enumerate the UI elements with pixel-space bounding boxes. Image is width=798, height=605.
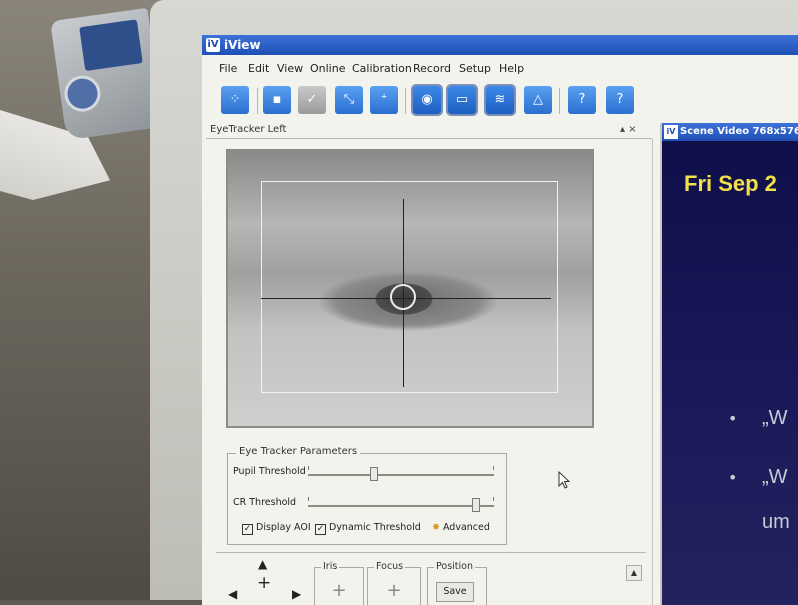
check-icon[interactable]: ✓ xyxy=(298,86,326,114)
slider-tick xyxy=(493,497,494,501)
nav-center-plus[interactable]: + xyxy=(257,573,271,593)
pane-controls[interactable]: ▴ × xyxy=(620,123,637,137)
scroll-up-icon[interactable]: ▲ xyxy=(626,565,642,581)
cr-threshold-thumb[interactable] xyxy=(472,498,480,512)
arrow-up-icon[interactable]: ▲ xyxy=(258,557,267,571)
advanced-icon: ✸ xyxy=(432,522,440,533)
eye-tracker-device xyxy=(50,7,164,141)
dynamic-threshold-checkbox[interactable]: ✓ Dynamic Threshold xyxy=(315,522,421,535)
scene-bullet-mark: • xyxy=(728,468,738,487)
pupil-threshold-thumb[interactable] xyxy=(370,467,378,481)
eye-camera-view[interactable] xyxy=(226,149,594,428)
eyetracker-pane-title: EyeTracker Left xyxy=(210,124,287,135)
help-icon[interactable]: ? xyxy=(568,86,596,114)
menu-file[interactable]: File xyxy=(219,59,237,79)
monitor-icon[interactable]: ▭ xyxy=(446,84,478,116)
display-aoi-checkbox[interactable]: ✓ Display AOI xyxy=(242,522,311,535)
graph-icon[interactable]: ≋ xyxy=(484,84,516,116)
iris-plus-button[interactable]: + xyxy=(315,580,363,601)
menu-view[interactable]: View xyxy=(277,59,303,79)
position-legend: Position xyxy=(434,561,475,572)
arrow-right-icon[interactable]: ▶ xyxy=(292,587,301,601)
advanced-button[interactable]: ✸ Advanced xyxy=(432,522,490,533)
resize-icon[interactable]: ⤡ xyxy=(335,86,363,114)
scene-bullet-text: „W xyxy=(762,466,788,488)
shapes-icon[interactable]: △ xyxy=(524,86,552,114)
menu-calibration[interactable]: Calibration xyxy=(352,59,412,79)
toolbar-separator xyxy=(559,88,560,114)
slider-tick xyxy=(493,466,494,470)
bottom-divider xyxy=(216,552,646,553)
pane-divider-vertical xyxy=(652,139,653,605)
toolbar-separator xyxy=(405,88,406,114)
focus-legend: Focus xyxy=(374,561,406,572)
menu-bar: File Edit View Online Calibration Record… xyxy=(202,59,798,79)
add-points-icon[interactable]: ⁺ xyxy=(370,86,398,114)
device-label xyxy=(79,19,143,71)
crosshair-dots-icon[interactable]: ⁘ xyxy=(221,86,249,114)
slider-tick xyxy=(308,466,309,470)
scene-app-logo-icon: iV xyxy=(664,125,678,139)
save-button[interactable]: Save xyxy=(436,582,474,602)
slider-tick xyxy=(308,497,309,501)
scene-video-title: Scene Video 768x576 xyxy=(680,126,798,137)
monitor-screen: iV iView File Edit View Online Calibrati… xyxy=(202,35,798,605)
app-logo-icon: iV xyxy=(206,38,220,52)
scene-video-window: iV Scene Video 768x576 Fri Sep 2 • „W • … xyxy=(660,123,798,605)
menu-record[interactable]: Record xyxy=(413,59,451,79)
scene-video-frame[interactable]: Fri Sep 2 • „W • „W um xyxy=(662,141,798,605)
cr-threshold-label: CR Threshold xyxy=(233,497,297,508)
mouse-cursor-icon xyxy=(558,471,570,489)
display-aoi-label: Display AOI xyxy=(256,522,311,533)
device-knob xyxy=(62,73,103,114)
iris-legend: Iris xyxy=(321,561,340,572)
pane-divider xyxy=(206,138,652,139)
toolbar-separator xyxy=(257,88,258,114)
scene-slide-date: Fri Sep 2 xyxy=(684,171,777,196)
parameters-legend: Eye Tracker Parameters xyxy=(236,446,361,457)
direction-pad: ▲ + ◀ ▶ xyxy=(222,557,302,605)
pupil-threshold-label: Pupil Threshold xyxy=(233,466,306,477)
menu-edit[interactable]: Edit xyxy=(248,59,269,79)
scene-bullet-text: „W xyxy=(762,407,788,429)
eye-icon[interactable]: ◉ xyxy=(411,84,443,116)
position-group: Position Save xyxy=(427,561,487,605)
focus-group: Focus + xyxy=(367,561,421,605)
app-titlebar: iV iView xyxy=(202,35,798,55)
menu-setup[interactable]: Setup xyxy=(459,59,491,79)
focus-plus-button[interactable]: + xyxy=(368,580,420,601)
pupil-threshold-slider[interactable] xyxy=(308,466,494,481)
dynamic-threshold-label: Dynamic Threshold xyxy=(329,522,421,533)
advanced-label: Advanced xyxy=(442,522,490,533)
calibrate-icon[interactable]: ▪ xyxy=(263,86,291,114)
scene-bullet-continuation: um xyxy=(762,511,790,533)
eye-tracker-parameters: Eye Tracker Parameters Pupil Threshold C… xyxy=(227,446,507,545)
context-help-icon[interactable]: ? xyxy=(606,86,634,114)
toolbar: ⁘ ▪ ✓ ⤡ ⁺ ◉ ▭ ≋ △ ? ? xyxy=(202,82,798,120)
scene-bullet-mark: • xyxy=(728,409,738,428)
app-title: iView xyxy=(224,38,261,52)
checkbox-icon: ✓ xyxy=(242,524,253,535)
arrow-left-icon[interactable]: ◀ xyxy=(228,587,237,601)
iris-group: Iris + xyxy=(314,561,364,605)
cr-threshold-slider[interactable] xyxy=(308,497,494,512)
menu-online[interactable]: Online xyxy=(310,59,345,79)
scene-video-titlebar: iV Scene Video 768x576 xyxy=(662,123,798,141)
menu-help[interactable]: Help xyxy=(499,59,524,79)
checkbox-icon: ✓ xyxy=(315,524,326,535)
pupil-marker xyxy=(390,284,416,310)
